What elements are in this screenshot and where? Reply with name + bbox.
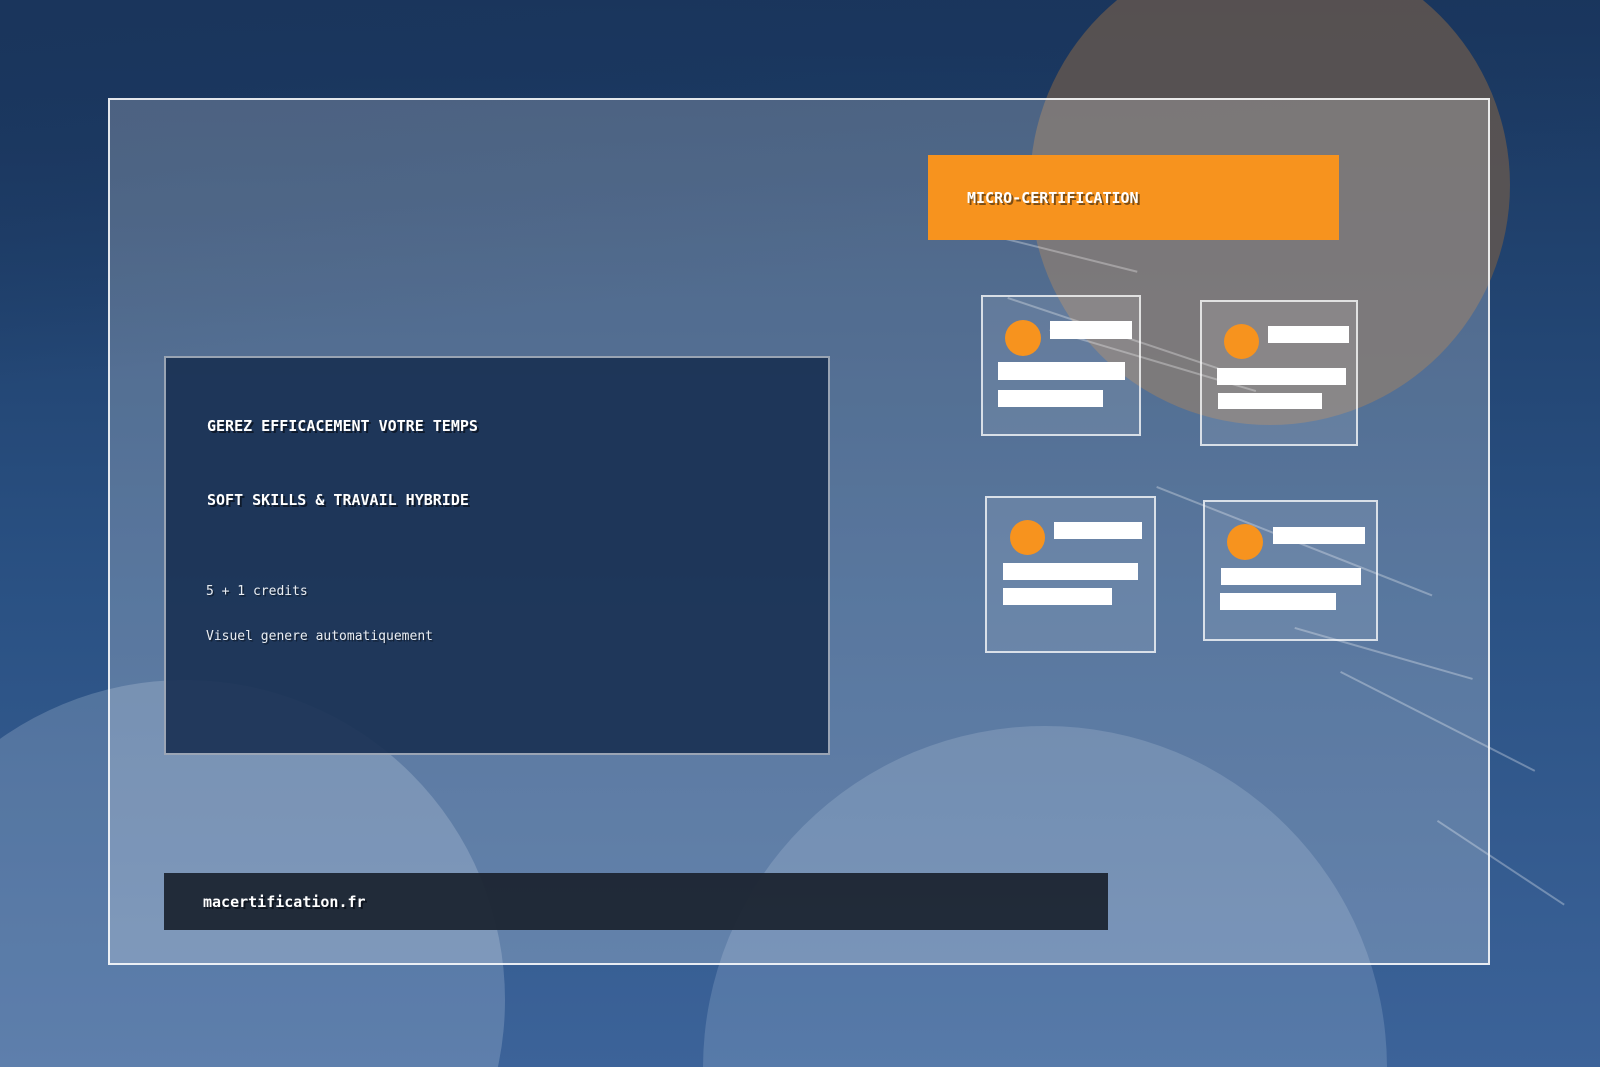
placeholder-line [1003,588,1112,605]
placeholder-line [1217,368,1346,385]
footer-url-bar: macertification.fr [164,873,1108,930]
placeholder-line [998,362,1125,380]
orange-dot-icon [1010,520,1045,555]
certification-badge-banner: MICRO-CERTIFICATION [928,155,1339,240]
module-card [981,295,1141,436]
hero-credits: 5 + 1 credits [206,584,308,599]
placeholder-line [998,390,1103,407]
placeholder-line [1050,321,1132,339]
placeholder-line [1054,522,1142,539]
placeholder-line [1221,568,1361,585]
placeholder-line [1220,593,1336,610]
placeholder-line [1273,527,1365,544]
orange-dot-icon [1227,524,1263,560]
footer-url: macertification.fr [203,892,366,911]
hero-caption: Visuel genere automatiquement [206,629,433,644]
placeholder-line [1268,326,1349,343]
orange-dot-icon [1224,324,1259,359]
certification-badge-label: MICRO-CERTIFICATION [967,188,1139,207]
hero-title: GEREZ EFFICACEMENT VOTRE TEMPS [207,417,478,435]
module-card [1200,300,1358,446]
hero-panel [164,356,830,755]
orange-dot-icon [1005,320,1041,356]
placeholder-line [1218,393,1322,409]
module-card [985,496,1156,653]
generated-certification-visual: MICRO-CERTIFICATION GEREZ EFFICACEMENT V… [0,0,1600,1067]
hero-subtitle: SOFT SKILLS & TRAVAIL HYBRIDE [207,491,469,509]
module-card [1203,500,1378,641]
placeholder-line [1003,563,1138,580]
